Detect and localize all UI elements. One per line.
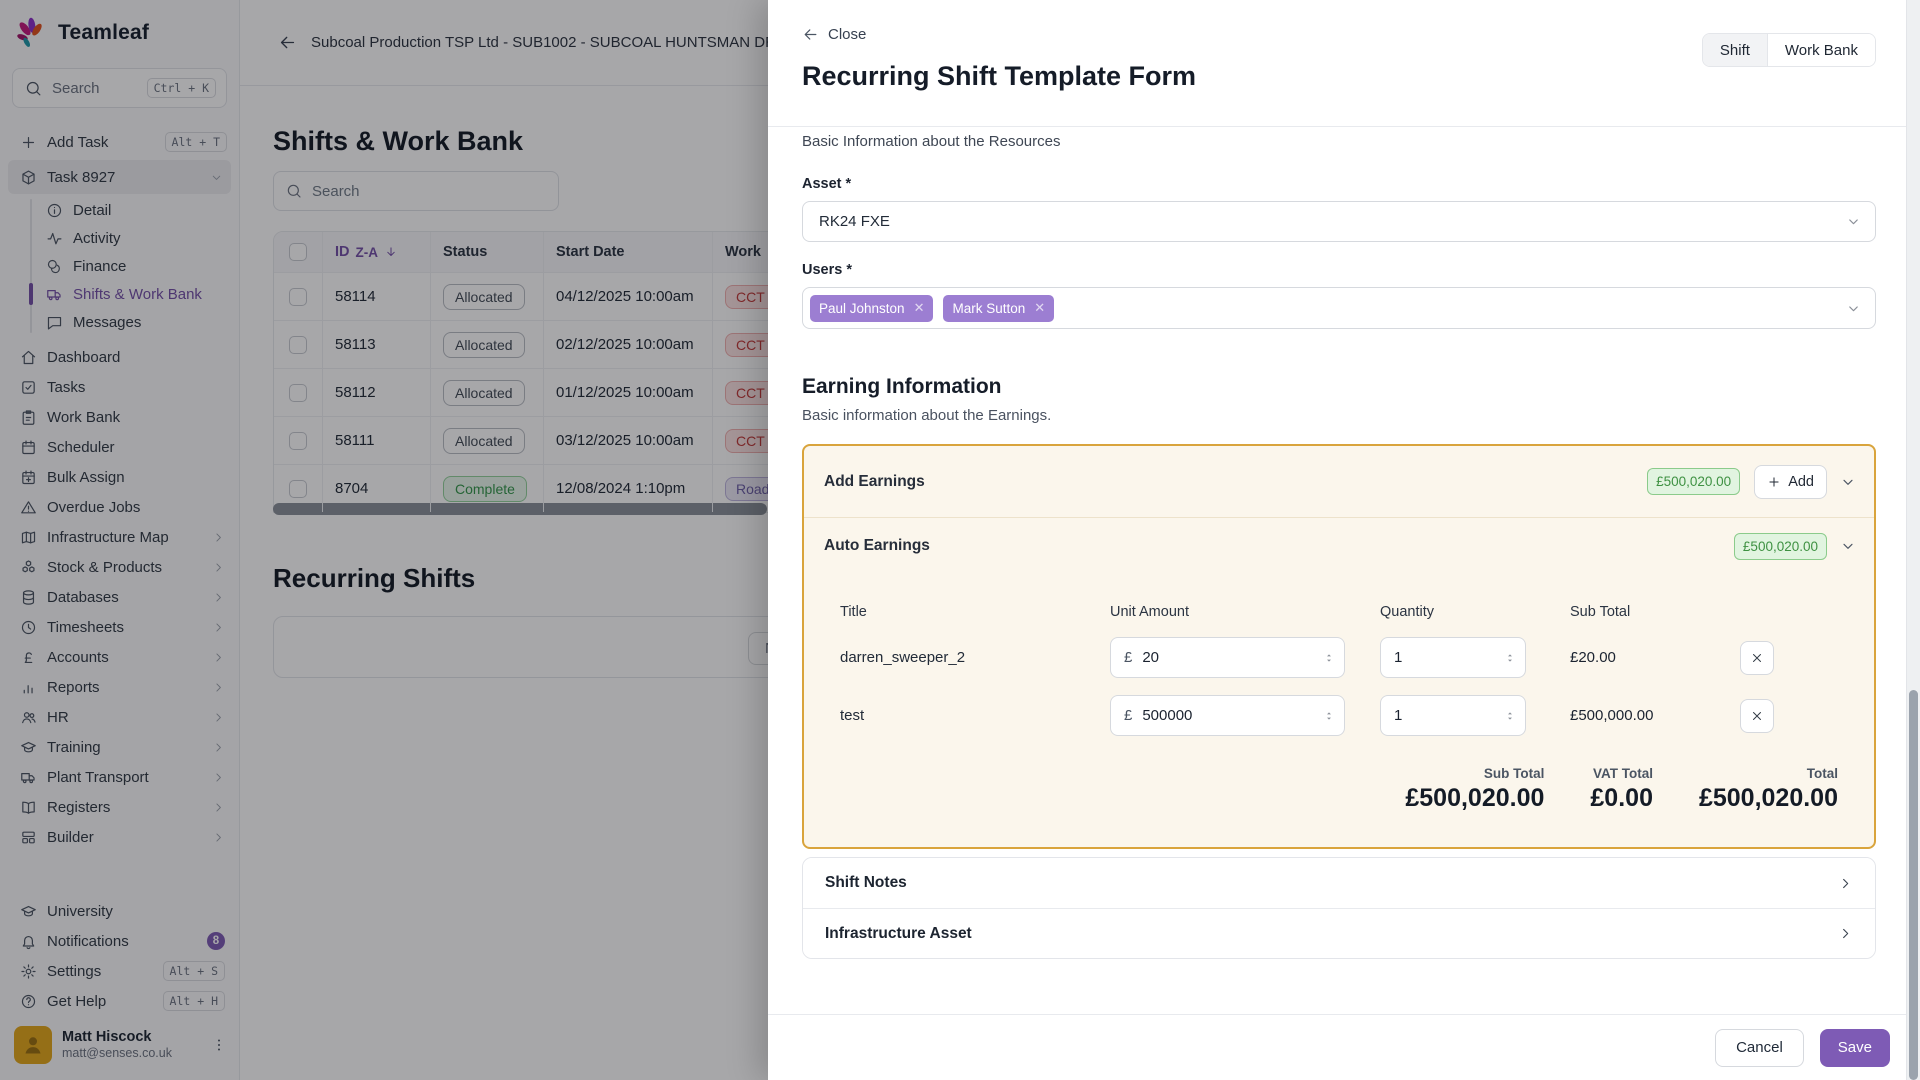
stepper-arrows-icon[interactable] — [1503, 708, 1517, 724]
close-button[interactable]: Close — [802, 26, 866, 43]
users-multiselect[interactable]: Paul Johnston ✕ Mark Sutton ✕ — [802, 287, 1876, 329]
earnings-table: Title Unit Amount Quantity Sub Total dar… — [804, 604, 1874, 736]
shift-workbank-toggle: Shift Work Bank — [1702, 33, 1876, 67]
quantity-input[interactable] — [1394, 707, 1493, 724]
chevron-right-icon — [1838, 876, 1853, 891]
recurring-shift-template-drawer: Close Recurring Shift Template Form Shif… — [768, 0, 1920, 1080]
back-arrow-icon — [802, 26, 819, 43]
quantity-field — [1380, 695, 1526, 736]
unit-amount-input[interactable] — [1142, 707, 1312, 724]
stepper-arrows-icon[interactable] — [1503, 650, 1517, 666]
collapsible-section-row[interactable]: Infrastructure Asset — [803, 908, 1875, 958]
earnings-panel: Add Earnings £500,020.00 Add Auto Earnin… — [802, 444, 1876, 849]
earnings-row: darren_sweeper_2 £ — [840, 637, 1784, 678]
chevron-down-icon[interactable] — [1840, 538, 1856, 554]
chevron-down-icon[interactable] — [1840, 474, 1856, 490]
earnings-row: test £ — [840, 695, 1784, 736]
add-earnings-amount-badge: £500,020.00 — [1647, 468, 1740, 495]
quantity-input[interactable] — [1394, 649, 1493, 666]
earning-title: test — [840, 707, 1110, 724]
scrollbar-thumb[interactable] — [1909, 690, 1918, 1080]
total-block: Sub Total £500,020.00 — [1405, 766, 1544, 813]
close-icon — [1750, 709, 1764, 723]
drawer-footer: Cancel Save — [768, 1014, 1920, 1080]
plus-icon — [1767, 475, 1781, 489]
tab-work-bank[interactable]: Work Bank — [1767, 34, 1875, 66]
auto-earnings-amount-badge: £500,020.00 — [1734, 533, 1827, 560]
user-chip: Mark Sutton ✕ — [943, 295, 1054, 322]
unit-amount-field: £ — [1110, 695, 1345, 736]
row-subtotal: £500,000.00 — [1570, 707, 1740, 724]
earning-information-subtitle: Basic information about the Earnings. — [802, 407, 1876, 424]
total-value: £0.00 — [1590, 784, 1653, 813]
auto-earnings-label: Auto Earnings — [824, 537, 1734, 555]
asset-label: Asset * — [802, 176, 1876, 192]
total-label: Total — [1699, 766, 1838, 781]
currency-symbol: £ — [1124, 649, 1132, 666]
unit-amount-field: £ — [1110, 637, 1345, 678]
add-earnings-row: Add Earnings £500,020.00 Add — [804, 446, 1874, 518]
total-value: £500,020.00 — [1405, 784, 1544, 813]
modal-overlay[interactable] — [0, 0, 768, 1080]
remove-chip-icon[interactable]: ✕ — [914, 300, 925, 316]
users-label: Users * — [802, 262, 1876, 278]
total-label: VAT Total — [1590, 766, 1653, 781]
asset-value: RK24 FXE — [819, 213, 890, 230]
section-note: Basic Information about the Resources — [802, 133, 1876, 150]
add-earning-button[interactable]: Add — [1754, 465, 1827, 499]
chevron-right-icon — [1838, 926, 1853, 941]
save-button[interactable]: Save — [1820, 1029, 1890, 1067]
add-earnings-label: Add Earnings — [824, 473, 1647, 491]
drawer-body: Basic Information about the Resources As… — [768, 127, 1920, 1014]
user-chip: Paul Johnston ✕ — [810, 295, 933, 322]
unit-amount-input[interactable] — [1142, 649, 1312, 666]
asset-select[interactable]: RK24 FXE — [802, 201, 1876, 242]
earning-information-title: Earning Information — [802, 375, 1876, 399]
cancel-button[interactable]: Cancel — [1715, 1029, 1804, 1067]
quantity-field — [1380, 637, 1526, 678]
stepper-arrows-icon[interactable] — [1322, 708, 1336, 724]
total-label: Sub Total — [1405, 766, 1544, 781]
remove-earning-button[interactable] — [1740, 699, 1774, 733]
remove-chip-icon[interactable]: ✕ — [1034, 300, 1045, 316]
total-block: Total £500,020.00 — [1699, 766, 1838, 813]
collapsible-section-row[interactable]: Shift Notes — [803, 858, 1875, 908]
earnings-table-header: Title Unit Amount Quantity Sub Total — [840, 604, 1784, 620]
auto-earnings-row: Auto Earnings £500,020.00 — [804, 518, 1874, 574]
row-subtotal: £20.00 — [1570, 649, 1740, 666]
total-block: VAT Total £0.00 — [1590, 766, 1653, 813]
total-value: £500,020.00 — [1699, 784, 1838, 813]
close-icon — [1750, 651, 1764, 665]
remove-earning-button[interactable] — [1740, 641, 1774, 675]
drawer-header: Close Recurring Shift Template Form Shif… — [768, 0, 1920, 127]
page-scrollbar[interactable] — [1906, 0, 1920, 1080]
chevron-down-icon — [1846, 214, 1861, 229]
currency-symbol: £ — [1124, 707, 1132, 724]
collapsed-sections: Shift Notes Infrastructure Asset — [802, 857, 1876, 959]
earning-title: darren_sweeper_2 — [840, 649, 1110, 666]
earnings-totals: Sub Total £500,020.00 VAT Total £0.00 To… — [804, 766, 1874, 813]
chevron-down-icon — [1846, 301, 1861, 316]
tab-shift[interactable]: Shift — [1703, 34, 1767, 66]
stepper-arrows-icon[interactable] — [1322, 650, 1336, 666]
